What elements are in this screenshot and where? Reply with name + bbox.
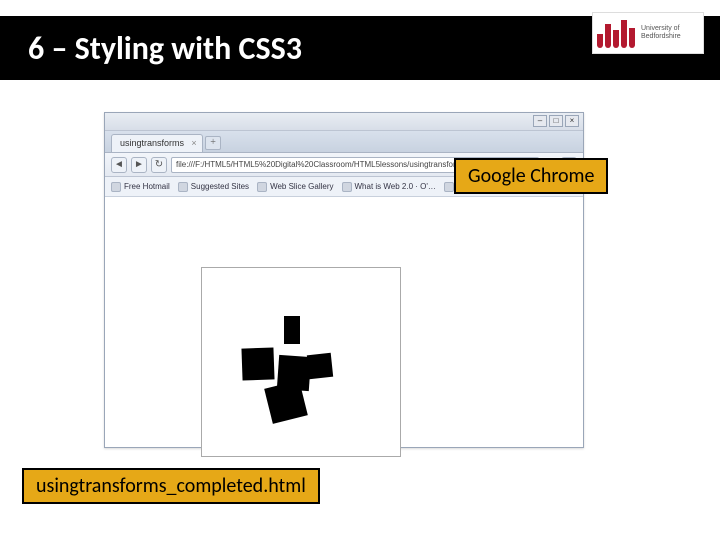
new-tab-button[interactable]: + <box>205 136 221 150</box>
favicon-icon <box>342 182 352 192</box>
tab-close-icon[interactable]: × <box>190 139 198 147</box>
favicon-icon <box>111 182 121 192</box>
window-maximize-button[interactable]: □ <box>549 115 563 127</box>
back-button[interactable]: ◄ <box>111 157 127 173</box>
reload-button[interactable]: ↻ <box>151 157 167 173</box>
transformed-square <box>307 353 333 379</box>
favicon-icon <box>444 182 454 192</box>
annotation-filename: usingtransforms_completed.html <box>22 468 320 504</box>
annotation-google-chrome: Google Chrome <box>454 158 608 194</box>
window-minimize-button[interactable]: – <box>533 115 547 127</box>
bookmark-item[interactable]: Free Hotmail <box>111 182 170 192</box>
bookmark-item[interactable]: Web Slice Gallery <box>257 182 333 192</box>
page-viewport <box>105 197 583 447</box>
university-logo: University of Bedfordshire <box>592 12 704 54</box>
transformed-square <box>284 316 300 344</box>
tab-strip: usingtransforms × + <box>105 131 583 153</box>
bookmark-label: Suggested Sites <box>191 182 249 191</box>
browser-titlebar: – □ × <box>105 113 583 131</box>
bookmark-item[interactable]: Suggested Sites <box>178 182 249 192</box>
favicon-icon <box>257 182 267 192</box>
favicon-icon <box>178 182 188 192</box>
browser-tab[interactable]: usingtransforms × <box>111 134 203 152</box>
transform-demo-box <box>201 267 401 457</box>
tab-title: usingtransforms <box>120 138 184 148</box>
forward-button[interactable]: ► <box>131 157 147 173</box>
bookmark-label: Free Hotmail <box>124 182 170 191</box>
bookmark-item[interactable]: What is Web 2.0 · O'… <box>342 182 436 192</box>
university-logo-mark <box>597 18 637 48</box>
window-close-button[interactable]: × <box>565 115 579 127</box>
transformed-square <box>241 347 274 380</box>
bookmark-label: Web Slice Gallery <box>270 182 333 191</box>
university-logo-text: University of Bedfordshire <box>641 25 699 41</box>
slide-title: 6 – Styling with CSS3 <box>28 29 302 68</box>
bookmark-label: What is Web 2.0 · O'… <box>355 182 436 191</box>
